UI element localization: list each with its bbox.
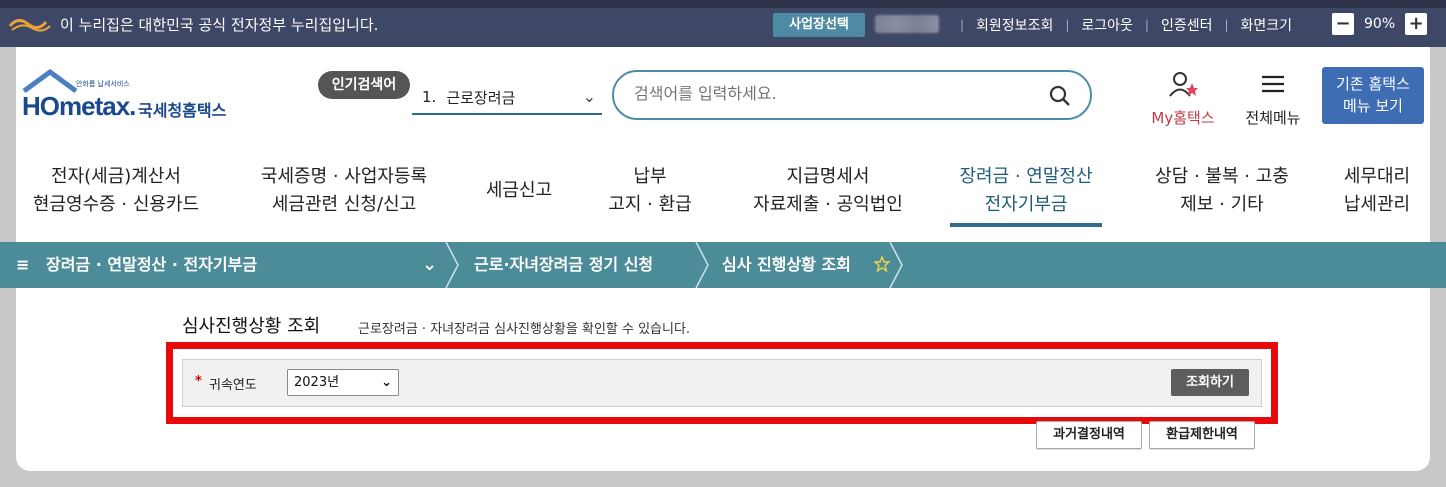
logo-subtitle: 국세청홈택스 xyxy=(138,101,227,120)
page-description: 근로장려금 · 자녀장려금 심사진행상황을 확인할 수 있습니다. xyxy=(358,322,691,337)
zoom-in-button[interactable]: + xyxy=(1405,13,1428,35)
old-hometax-menu-button[interactable]: 기존 홈택스 메뉴 보기 xyxy=(1322,67,1424,124)
year-select[interactable]: 2023년 ⌄ xyxy=(287,369,399,396)
breadcrumb: ≡ 장려금 · 연말정산 · 전자기부금 ⌄ 근로·자녀장려금 정기 신청 심사… xyxy=(0,242,1446,288)
chevron-down-icon[interactable]: ⌄ xyxy=(422,242,437,288)
logo-brand: HOmetax. xyxy=(22,91,136,121)
global-navigation: 전자(세금)계산서 현금영수증 · 신용카드 국세증명 · 사업자등록 세금관련 신… xyxy=(16,157,1430,233)
year-label: 귀속연도 xyxy=(209,378,257,393)
active-tab-underline xyxy=(950,223,1102,227)
breadcrumb-level3: 심사 진행상황 조회 xyxy=(722,255,851,274)
gnb-item-tax-agent[interactable]: 세무대리 납세관리 xyxy=(1332,163,1422,219)
hamburger-menu-icon xyxy=(1262,75,1284,93)
government-notice-bar: 이 누리집은 대한민국 공식 전자정부 누리집입니다. 사업장선택 | 회원정보… xyxy=(0,0,1446,47)
top-links: | 회원정보조회 | 로그아웃 | 인증센터 | 화면크기 xyxy=(948,15,1292,35)
my-hometax-button[interactable]: My홈택스 xyxy=(1142,71,1224,128)
zoom-out-button[interactable]: − xyxy=(1332,13,1354,35)
blurred-user-name xyxy=(875,15,939,33)
year-select-value: 2023년 xyxy=(294,375,340,390)
my-hometax-label: My홈택스 xyxy=(1151,109,1215,127)
popular-search-select[interactable]: 1. 근로장려금 ⌄ xyxy=(412,81,602,115)
past-decision-button[interactable]: 과거결정내역 xyxy=(1036,421,1142,449)
chevron-down-icon: ⌄ xyxy=(582,87,596,106)
refund-limit-button[interactable]: 환급제한내역 xyxy=(1149,421,1255,449)
breadcrumb-level2[interactable]: 근로·자녀장려금 정기 신청 xyxy=(474,242,653,288)
government-logo-icon xyxy=(8,19,51,32)
breadcrumb-menu-icon[interactable]: ≡ xyxy=(16,242,29,288)
user-star-icon xyxy=(1169,72,1198,97)
gnb-item-e-invoice[interactable]: 전자(세금)계산서 현금영수증 · 신용카드 xyxy=(26,163,206,219)
official-site-notice: 이 누리집은 대한민국 공식 전자정부 누리집입니다. xyxy=(60,16,379,34)
member-info-link[interactable]: 회원정보조회 xyxy=(976,15,1053,35)
search-condition-row: * 귀속연도 2023년 ⌄ 조회하기 xyxy=(182,359,1262,407)
zoom-level: 90% xyxy=(1364,16,1396,32)
popular-rank: 1. xyxy=(422,88,437,106)
search-input[interactable] xyxy=(634,84,1034,103)
page-title: 심사진행상황 조회 xyxy=(182,316,321,337)
gnb-item-tax-report[interactable]: 세금신고 xyxy=(474,177,564,205)
screen-size-label: 화면크기 xyxy=(1240,18,1293,34)
gnb-item-payment-statement[interactable]: 지급명세서 자료제출 · 공익법인 xyxy=(738,163,918,219)
breadcrumb-separator-icon xyxy=(695,242,709,288)
inquire-button[interactable]: 조회하기 xyxy=(1171,369,1249,396)
gnb-item-consult[interactable]: 상담 · 불복 · 고충 제보 · 기타 xyxy=(1140,163,1304,219)
old-menu-line1: 기존 홈택스 xyxy=(1336,75,1410,93)
top-strip xyxy=(0,0,1446,8)
breadcrumb-separator-icon xyxy=(889,242,903,288)
breadcrumb-separator-icon xyxy=(445,242,459,288)
gnb-item-payment[interactable]: 납부 고지 · 환급 xyxy=(598,163,702,219)
logout-link[interactable]: 로그아웃 xyxy=(1081,15,1133,35)
search-box xyxy=(612,70,1092,120)
popular-term: 근로장려금 xyxy=(446,88,516,107)
hometax-logo[interactable]: 안화롭 납세서비스 HOmetax. 국세청홈택스 xyxy=(22,69,262,129)
zoom-control: − 90% + xyxy=(1332,13,1428,35)
all-menu-button[interactable]: 전체메뉴 xyxy=(1236,71,1310,128)
popular-search-badge: 인기검색어 xyxy=(318,71,410,99)
logo-tagline: 안화롭 납세서비스 xyxy=(76,80,130,88)
required-mark: * xyxy=(195,374,202,389)
chevron-down-icon: ⌄ xyxy=(381,375,392,390)
old-menu-line2: 메뉴 보기 xyxy=(1343,97,1403,115)
gnb-item-certificates[interactable]: 국세증명 · 사업자등록 세금관련 신청/신고 xyxy=(244,163,444,219)
house-roof-icon xyxy=(22,69,78,93)
breadcrumb-level1[interactable]: 장려금 · 연말정산 · 전자기부금 xyxy=(46,242,257,288)
all-menu-label: 전체메뉴 xyxy=(1245,109,1301,127)
business-select-button[interactable]: 사업장선택 xyxy=(773,13,865,37)
gnb-item-incentives[interactable]: 장려금 · 연말정산 전자기부금 xyxy=(944,163,1108,219)
certificate-center-link[interactable]: 인증센터 xyxy=(1161,15,1213,35)
search-icon[interactable] xyxy=(1048,84,1072,108)
